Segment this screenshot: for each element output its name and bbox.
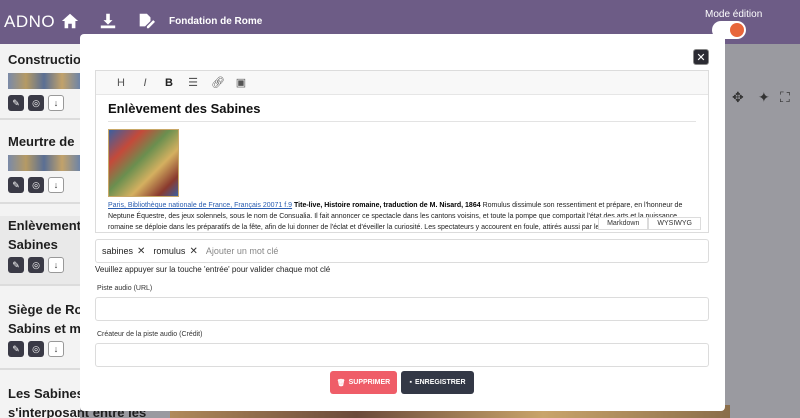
card-thumbnail: [8, 73, 80, 89]
project-title: Fondation de Rome: [169, 16, 263, 27]
target-icon[interactable]: ◎: [28, 341, 44, 357]
move-down-icon[interactable]: ↓: [48, 341, 64, 357]
mode-label: Mode édition: [705, 9, 763, 20]
edit-icon[interactable]: ✎: [8, 177, 24, 193]
floppy-icon: ▪: [409, 379, 412, 386]
move-down-icon[interactable]: ↓: [48, 257, 64, 273]
annotation-heading: Enlèvement des Sabines: [108, 101, 696, 122]
bold-icon[interactable]: B: [163, 77, 175, 89]
tab-wysiwyg[interactable]: WYSIWYG: [648, 217, 701, 230]
download-icon[interactable]: [99, 12, 117, 30]
audio-credit-label: Créateur de la piste audio (Crédit): [97, 331, 203, 338]
edit-annotation-modal: ✕ H I B ☰ 🔗︎ ▣ Enlèvement des Sabines Pa…: [80, 34, 725, 411]
move-down-icon[interactable]: ↓: [48, 95, 64, 111]
card-title: Sabins et m: [8, 321, 81, 336]
card-title: Enlèvement: [8, 218, 81, 233]
audio-credit-field[interactable]: [95, 343, 709, 367]
delete-button[interactable]: 🗑︎ SUPPRIMER: [330, 371, 397, 394]
annotation-card[interactable]: Construction ✎ ◎ ↓: [0, 50, 89, 120]
edit-icon[interactable]: ✎: [8, 341, 24, 357]
tag-label: romulus: [153, 246, 186, 256]
target-icon[interactable]: ◎: [28, 95, 44, 111]
annotation-sidebar: Construction ✎ ◎ ↓ Meurtre de ✎ ◎ ↓ Enlè…: [0, 44, 147, 418]
card-title: Meurtre de: [8, 134, 75, 149]
heading-icon[interactable]: H: [115, 77, 127, 89]
close-icon[interactable]: ✕: [693, 49, 709, 65]
target-icon[interactable]: ◎: [28, 257, 44, 273]
save-button[interactable]: ▪ ENREGISTRER: [401, 371, 474, 394]
annotation-card[interactable]: Siège de Ro Sabins et m ✎ ◎ ↓: [0, 300, 83, 370]
link-icon[interactable]: 🔗︎: [211, 76, 225, 89]
annotation-card[interactable]: Meurtre de ✎ ◎ ↓: [0, 132, 80, 204]
card-title: Les Sabines: [8, 386, 84, 401]
edit-icon[interactable]: ✎: [8, 257, 24, 273]
source-citation: Tite-live, Histoire romaine, traduction …: [294, 202, 481, 209]
viewer-tools: ✥ ✦ ⛶: [725, 44, 800, 418]
tag-label: sabines: [102, 246, 134, 256]
list-icon[interactable]: ☰: [187, 76, 199, 89]
trash-icon: 🗑︎: [336, 379, 346, 387]
italic-icon[interactable]: I: [139, 77, 151, 89]
delete-label: SUPPRIMER: [348, 379, 391, 386]
toggle-knob: [730, 23, 744, 37]
card-thumbnail: [8, 155, 80, 171]
move-down-icon[interactable]: ↓: [48, 177, 64, 193]
image-icon[interactable]: ▣: [235, 76, 247, 89]
rich-text-editor[interactable]: H I B ☰ 🔗︎ ▣ Enlèvement des Sabines Pari…: [95, 70, 709, 233]
keyword-input[interactable]: [205, 246, 386, 256]
manuscript-image: [108, 129, 179, 197]
remove-tag-icon[interactable]: ✕: [189, 246, 197, 257]
keyword-tag: romulus ✕: [153, 246, 197, 257]
card-title: Construction: [8, 52, 89, 67]
card-title: s'interposant entre les: [8, 405, 147, 418]
target-icon[interactable]: ◎: [28, 177, 44, 193]
edit-file-icon[interactable]: [137, 12, 155, 30]
keyword-hint: Veuillez appuyer sur la touche 'entrée' …: [95, 265, 331, 274]
audio-url-field[interactable]: [95, 297, 709, 321]
editor-content[interactable]: Enlèvement des Sabines Paris, Bibliothèq…: [96, 95, 708, 232]
keyword-tag: sabines ✕: [102, 246, 145, 257]
annotation-card-active[interactable]: Enlèvement Sabines ✎ ◎ ↓: [0, 216, 81, 286]
edit-icon[interactable]: ✎: [8, 95, 24, 111]
rectangle-icon[interactable]: ⛶: [780, 89, 790, 106]
card-title: Sabines: [8, 237, 58, 252]
move-icon[interactable]: ✥: [732, 89, 744, 106]
card-title: Siège de Ro: [8, 302, 83, 317]
source-link[interactable]: Paris, Bibliothèque nationale de France,…: [108, 202, 292, 209]
keyword-input-box[interactable]: sabines ✕ romulus ✕: [95, 239, 709, 263]
editor-toolbar: H I B ☰ 🔗︎ ▣: [96, 71, 708, 95]
audio-url-label: Piste audio (URL): [97, 285, 153, 292]
home-icon[interactable]: [61, 12, 79, 30]
point-icon[interactable]: ✦: [758, 89, 770, 106]
brand-logo[interactable]: ADNO: [4, 12, 55, 32]
editor-mode-tabs: Markdown WYSIWYG: [598, 217, 701, 230]
remove-tag-icon[interactable]: ✕: [137, 246, 145, 257]
tab-markdown[interactable]: Markdown: [598, 217, 649, 230]
save-label: ENREGISTRER: [414, 379, 466, 386]
annotation-card[interactable]: Les Sabines s'interposant entre les: [0, 384, 147, 418]
